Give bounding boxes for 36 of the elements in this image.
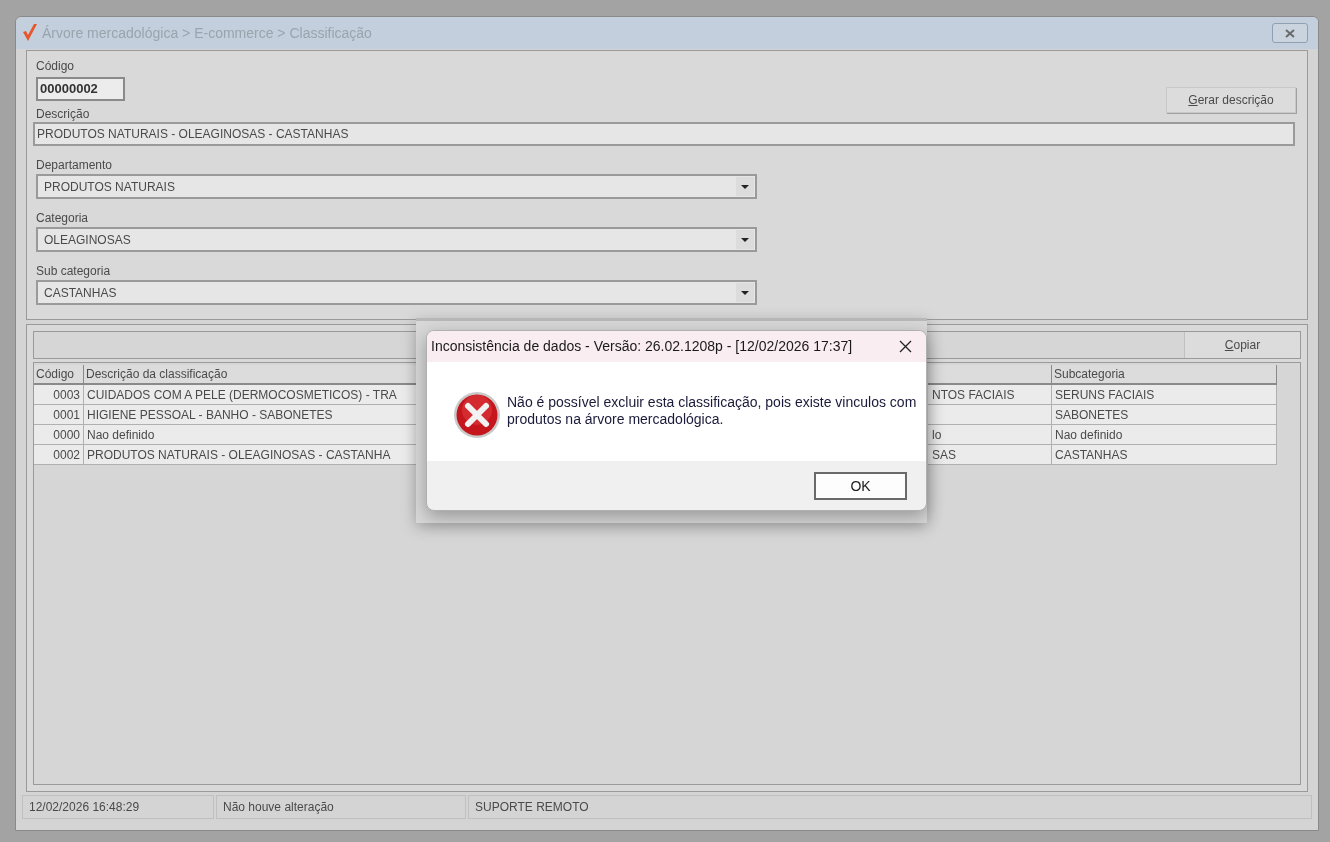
dropdown[interactable]: CASTANHAS (36, 280, 757, 305)
close-icon[interactable] (899, 340, 912, 353)
field-label: Sub categoria (36, 263, 112, 278)
table-cell: 0002 (34, 445, 84, 465)
status-text: Não houve alteração (216, 795, 466, 819)
error-icon (453, 391, 501, 439)
field-label: Código (36, 58, 76, 73)
table-cell: SABONETES (1052, 405, 1277, 425)
field-label: Departamento (36, 157, 114, 172)
column-header: Código (34, 365, 84, 385)
column-header: Subcategoria (1052, 365, 1277, 385)
dropdown[interactable]: OLEAGINOSAS (36, 227, 757, 252)
table-cell: lo (928, 425, 1052, 445)
dropdown[interactable]: PRODUTOS NATURAIS (36, 174, 757, 199)
table-cell: NTOS FACIAIS (928, 385, 1052, 405)
table-cell: SAS (928, 445, 1052, 465)
close-icon (1285, 28, 1295, 38)
close-button[interactable] (1272, 23, 1308, 43)
checkmark-logo-icon (22, 23, 38, 43)
generate-description-button[interactable]: Gerar descrição (1166, 87, 1296, 113)
table-cell: 0001 (34, 405, 84, 425)
table-cell: SERUNS FACIAIS (1052, 385, 1277, 405)
field-label: Categoria (36, 210, 90, 225)
table-cell: CASTANHAS (1052, 445, 1277, 465)
ok-button[interactable]: OK (814, 472, 907, 500)
dialog-title: Inconsistência de dados - Versão: 26.02.1208p - [12/02/2026 17:37] (431, 337, 853, 356)
description-field[interactable]: PRODUTOS NATURAIS - OLEAGINOSAS - CASTANHAS (33, 122, 1295, 146)
field-label: Descrição (36, 106, 91, 121)
error-message: Não é possível excluir esta classificação, pois existe vinculos com produtos na árvore mercadológica. (507, 394, 917, 428)
status-text: 12/02/2026 16:48:29 (22, 795, 214, 819)
code-field[interactable]: 00000002 (36, 77, 125, 101)
status-text: SUPORTE REMOTO (468, 795, 1312, 819)
table-cell: 0003 (34, 385, 84, 405)
table-cell: Nao definido (1052, 425, 1277, 445)
copy-button[interactable]: Copiar (1184, 332, 1300, 358)
table-cell: 0000 (34, 425, 84, 445)
